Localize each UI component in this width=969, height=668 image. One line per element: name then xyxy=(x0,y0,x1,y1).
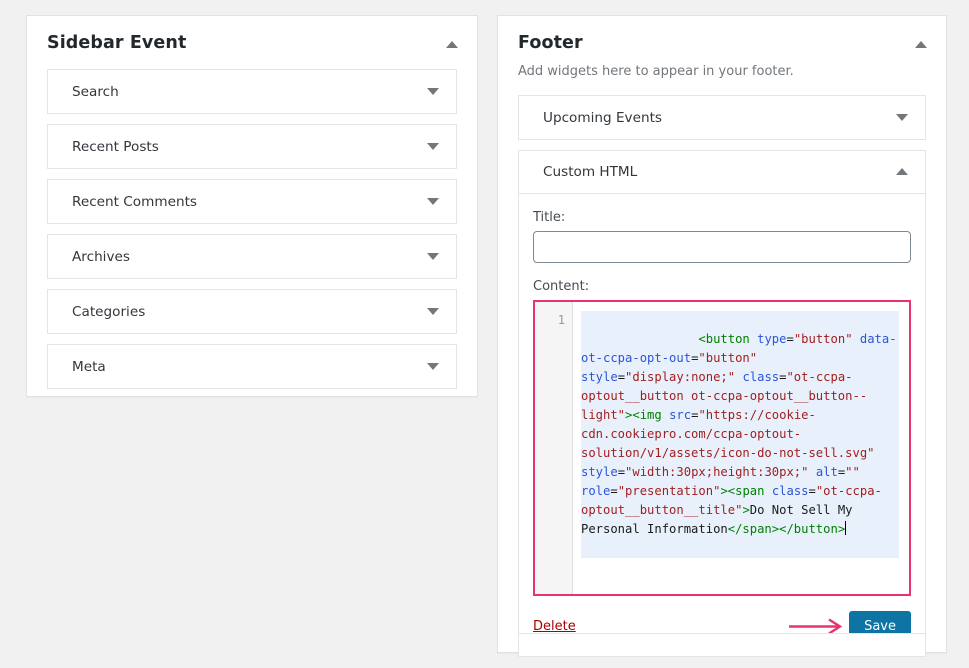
triangle-up-icon[interactable] xyxy=(443,36,461,54)
footer-panel-header[interactable]: Footer Add widgets here to appear in you… xyxy=(498,16,946,81)
triangle-down-icon[interactable] xyxy=(424,138,442,156)
widget-header[interactable]: Meta xyxy=(48,345,456,388)
triangle-down-icon[interactable] xyxy=(424,358,442,376)
widget-recent-posts[interactable]: Recent Posts xyxy=(47,124,457,169)
widget-header[interactable]: Archives xyxy=(48,235,456,278)
footer-panel-title: Footer xyxy=(518,33,583,53)
triangle-down-icon[interactable] xyxy=(424,303,442,321)
sidebar-event-panel: Sidebar Event Search Recent Posts Recent… xyxy=(26,15,478,397)
custom-html-form: Title: Content: 1 <button type="button" … xyxy=(519,194,925,656)
sidebar-panel-header[interactable]: Sidebar Event xyxy=(27,16,477,54)
widget-categories[interactable]: Categories xyxy=(47,289,457,334)
triangle-up-icon[interactable] xyxy=(912,36,930,54)
widget-title: Custom HTML xyxy=(543,164,638,181)
widget-header[interactable]: Recent Posts xyxy=(48,125,456,168)
triangle-down-icon[interactable] xyxy=(424,83,442,101)
widget-recent-comments[interactable]: Recent Comments xyxy=(47,179,457,224)
content-code-editor[interactable]: <button type="button" data-ot-ccpa-opt-o… xyxy=(573,302,909,594)
widget-header[interactable]: Upcoming Events xyxy=(519,96,925,139)
title-field-label: Title: xyxy=(533,210,566,226)
widget-meta[interactable]: Meta xyxy=(47,344,457,389)
widget-search[interactable]: Search xyxy=(47,69,457,114)
delete-link[interactable]: Delete xyxy=(533,619,576,634)
widget-header[interactable]: Search xyxy=(48,70,456,113)
text-cursor xyxy=(845,521,847,536)
widget-title: Meta xyxy=(72,358,106,375)
footer-panel: Footer Add widgets here to appear in you… xyxy=(497,15,947,658)
widget-upcoming-events[interactable]: Upcoming Events xyxy=(518,95,926,141)
code-editor-annotation-box: 1 <button type="button" data-ot-ccpa-opt… xyxy=(533,300,911,597)
footer-widget-list: Upcoming Events Custom HTML Title: Conte… xyxy=(498,81,946,658)
widget-title: Archives xyxy=(72,248,130,265)
widget-archives[interactable]: Archives xyxy=(47,234,457,279)
triangle-down-icon[interactable] xyxy=(424,193,442,211)
sidebar-panel-title: Sidebar Event xyxy=(47,33,187,53)
widget-row-partial[interactable] xyxy=(518,633,926,653)
title-input[interactable] xyxy=(533,231,911,264)
triangle-down-icon[interactable] xyxy=(893,109,911,127)
widget-custom-html: Custom HTML Title: Content: 1 <button ty… xyxy=(518,150,926,658)
triangle-down-icon[interactable] xyxy=(424,248,442,266)
widget-header[interactable]: Recent Comments xyxy=(48,180,456,223)
widget-title: Recent Posts xyxy=(72,138,159,155)
code-line-1: <button type="button" data-ot-ccpa-opt-o… xyxy=(581,311,899,559)
footer-panel-description: Add widgets here to appear in your foote… xyxy=(518,64,794,79)
widget-header[interactable]: Categories xyxy=(48,290,456,333)
widget-title: Upcoming Events xyxy=(543,109,662,126)
triangle-up-icon[interactable] xyxy=(893,163,911,181)
widget-title: Search xyxy=(72,83,119,100)
sidebar-widget-list: Search Recent Posts Recent Comments Arch… xyxy=(27,54,477,389)
widget-header[interactable]: Custom HTML xyxy=(519,151,925,195)
widget-title: Categories xyxy=(72,303,146,320)
content-field-label: Content: xyxy=(533,279,590,295)
widgets-admin-page: Sidebar Event Search Recent Posts Recent… xyxy=(0,0,969,668)
editor-line-numbers: 1 xyxy=(535,302,573,595)
widget-title: Recent Comments xyxy=(72,193,197,210)
